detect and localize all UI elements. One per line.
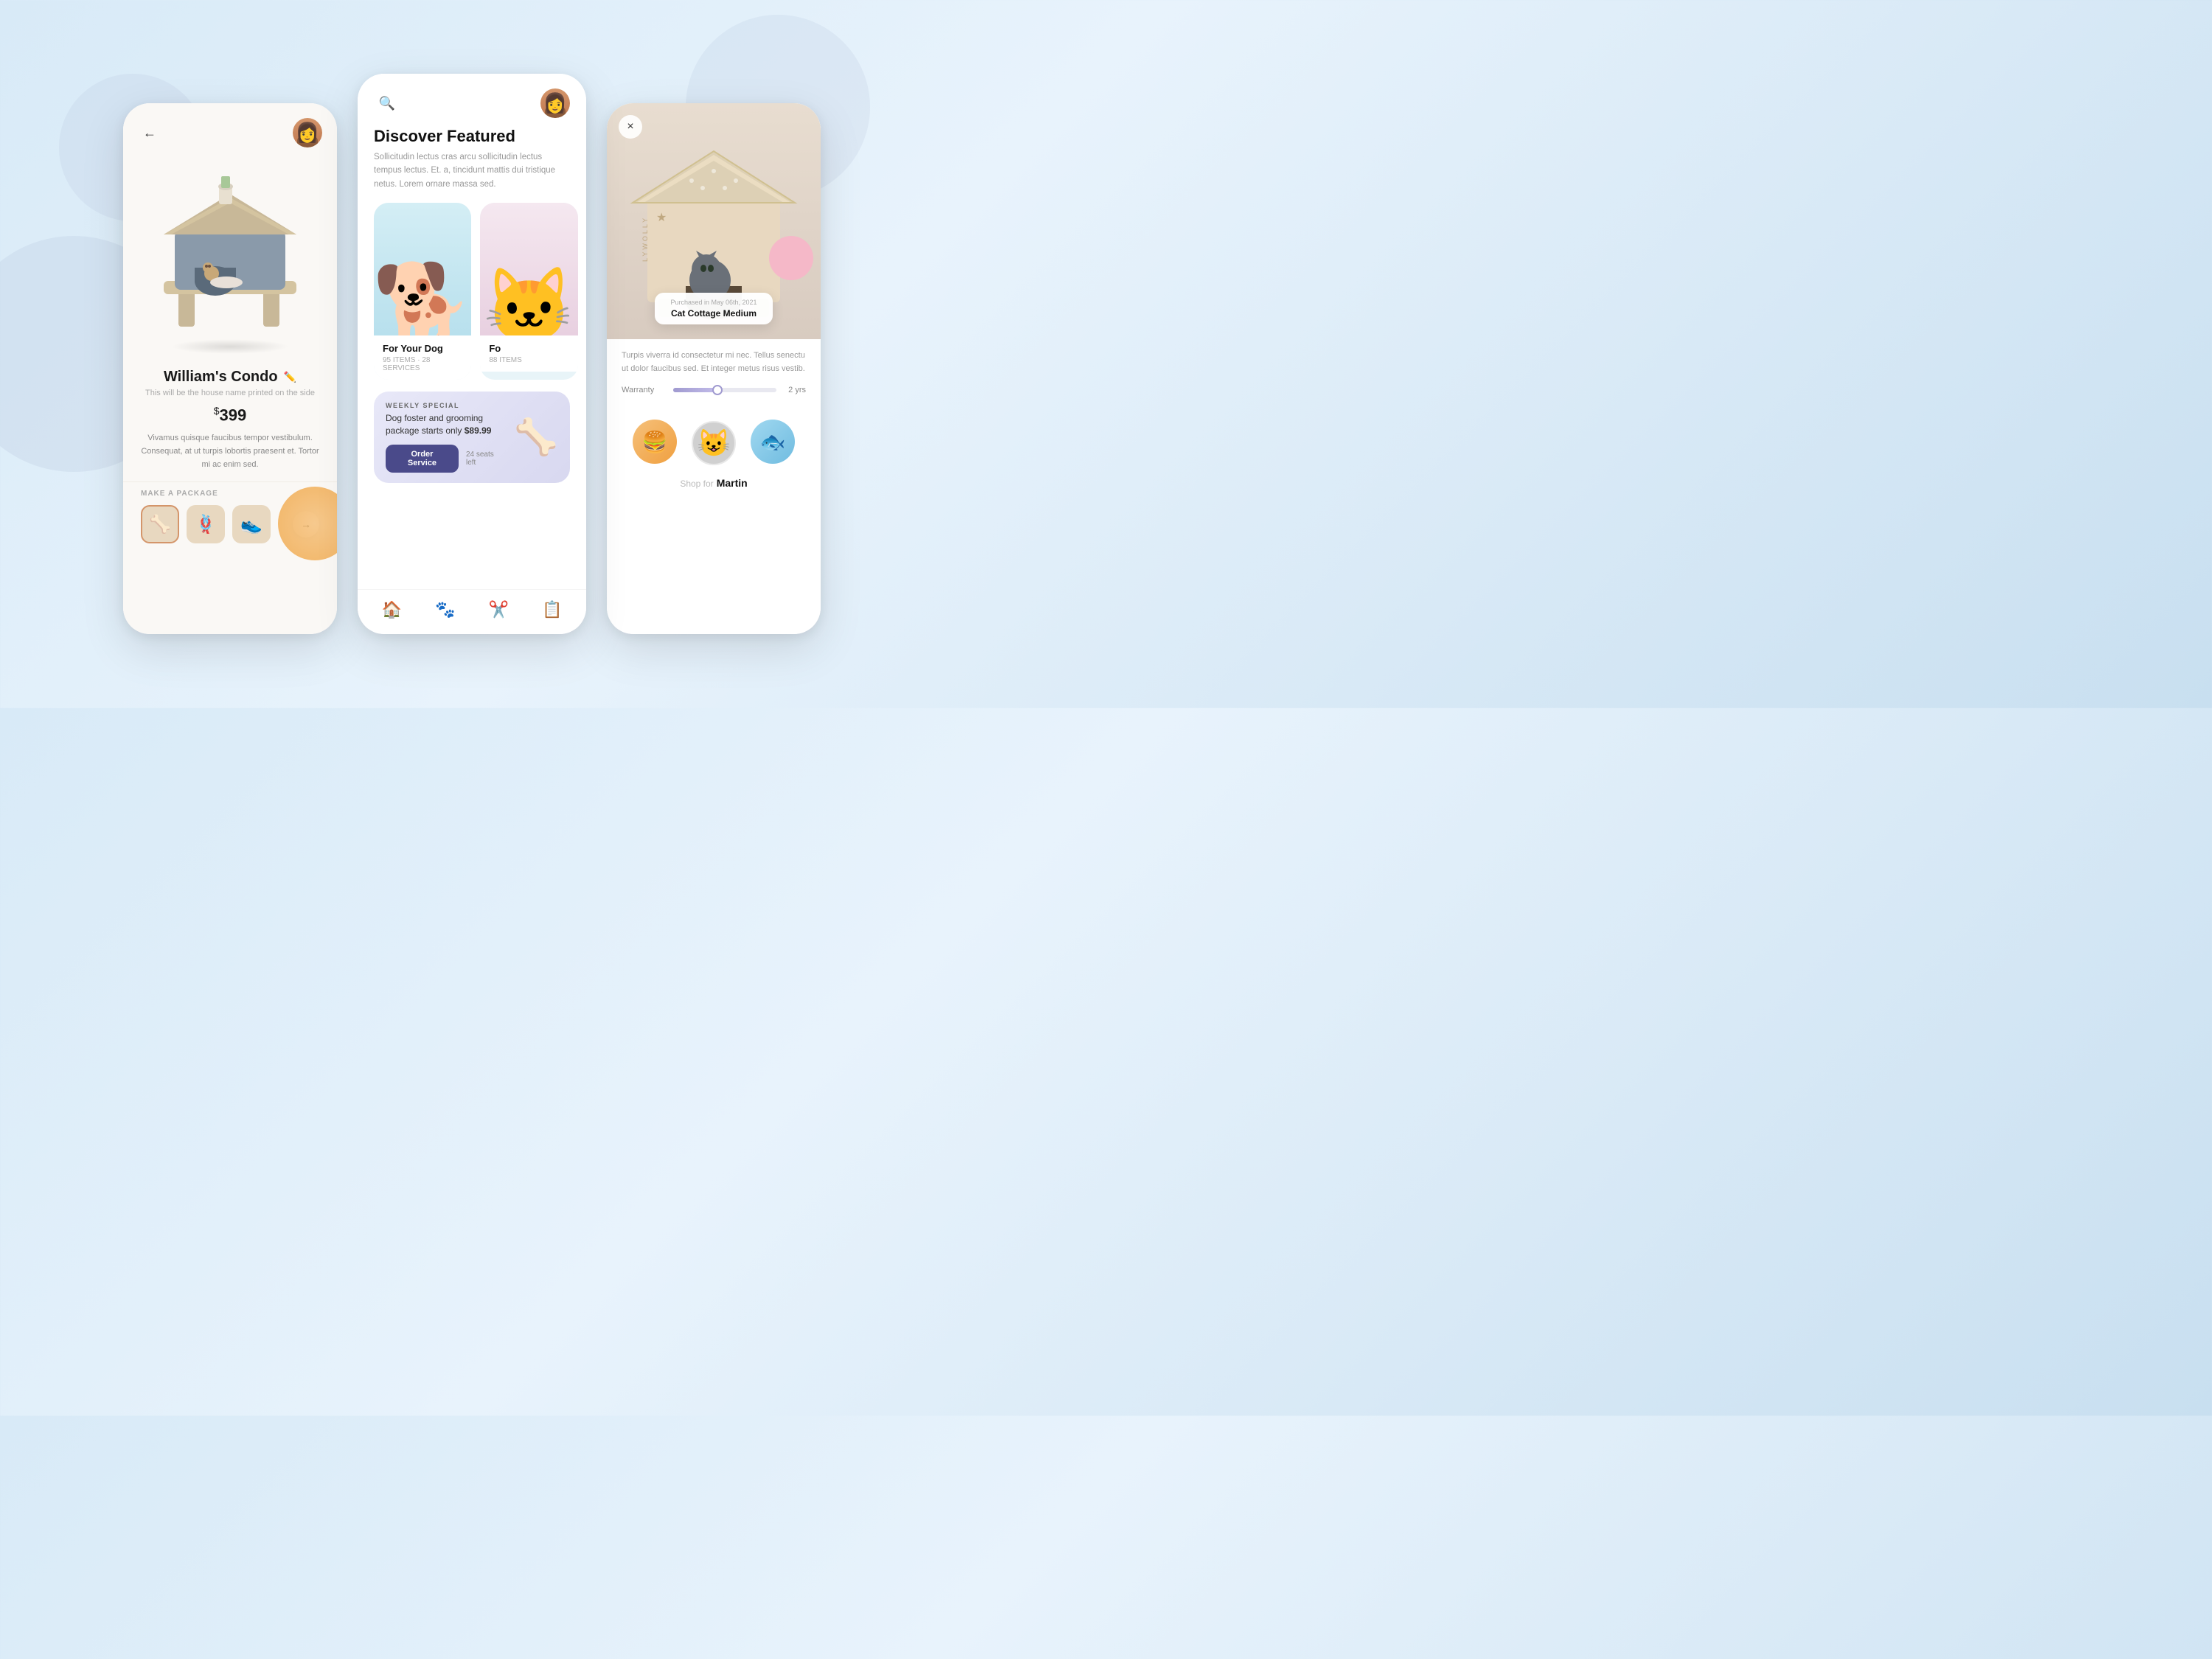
- center-phone-header: 🔍: [358, 74, 586, 127]
- product-description: Vivamus quisque faucibus tempor vestibul…: [141, 432, 319, 471]
- order-service-button[interactable]: Order Service: [386, 445, 459, 473]
- shop-icon-layers[interactable]: 🍔: [633, 420, 677, 467]
- product-shadow: [171, 339, 289, 354]
- product-name: William's Condo: [164, 369, 278, 386]
- weekly-special-text: WEEKLY SPECIAL Dog foster and groomingpa…: [386, 402, 505, 473]
- product-image-area: [123, 155, 337, 361]
- avatar-face-center: [540, 88, 570, 118]
- page-title: Discover Featured: [358, 127, 586, 150]
- weekly-special-banner: WEEKLY SPECIAL Dog foster and groomingpa…: [374, 392, 570, 483]
- package-item-icon-1: 🦴: [149, 514, 171, 535]
- feature-card-dog[interactable]: 🐕 For Your Dog 95 ITEMS · 28 SERVICES: [374, 203, 471, 380]
- dog-card-meta: 95 ITEMS · 28 SERVICES: [383, 356, 462, 372]
- weekly-special-label: WEEKLY SPECIAL: [386, 402, 505, 409]
- close-button[interactable]: ×: [619, 115, 642, 139]
- scissors-icon: ✂️: [489, 600, 509, 619]
- left-phone-header: ←: [123, 103, 337, 155]
- shop-icon-fish[interactable]: 🐟: [751, 420, 795, 467]
- nav-home[interactable]: 🏠: [382, 600, 402, 619]
- right-phone-image-area: LYWOLLY ★: [607, 103, 821, 339]
- back-button[interactable]: ←: [138, 121, 161, 145]
- bottom-navigation: 🏠 🐾 ✂️ 📋: [358, 589, 586, 634]
- cat-shop-photo: 😺: [692, 421, 736, 465]
- right-phone: LYWOLLY ★: [607, 103, 821, 634]
- package-item-2[interactable]: 🪢: [187, 505, 225, 543]
- center-phone-content: 🔍 Discover Featured Sollicitudin lectus …: [358, 74, 586, 634]
- weekly-special-icon: 🦴: [514, 416, 558, 458]
- dog-card-image: 🐕: [374, 203, 471, 335]
- user-avatar-center[interactable]: [540, 88, 570, 118]
- product-subtitle: This will be the house name printed on t…: [141, 389, 319, 397]
- right-phone-info: Turpis viverra id consectetur mi nec. Te…: [607, 339, 821, 420]
- cat-card-title: Fo: [489, 343, 568, 354]
- purchase-badge: Purchased in May 06th, 2021 Cat Cottage …: [655, 293, 773, 324]
- left-phone: ←: [123, 103, 337, 634]
- search-button[interactable]: 🔍: [374, 90, 400, 116]
- edit-icon[interactable]: ✏️: [284, 371, 296, 383]
- warranty-progress-bar[interactable]: [673, 388, 776, 392]
- svg-text:LYWOLLY: LYWOLLY: [641, 216, 649, 262]
- product-price: $399: [141, 405, 319, 425]
- warranty-row: Warranty 2 yrs: [622, 386, 806, 394]
- center-phone: 🔍 Discover Featured Sollicitudin lectus …: [358, 74, 586, 634]
- warranty-thumb: [712, 385, 723, 395]
- purchase-date: Purchased in May 06th, 2021: [667, 299, 761, 306]
- purchase-product-name: Cat Cottage Medium: [667, 308, 761, 319]
- cat-card-info: Fo 88 ITEMS: [480, 335, 577, 372]
- page-subtitle: Sollicitudin lectus cras arcu sollicitud…: [358, 150, 586, 203]
- warranty-label: Warranty: [622, 386, 666, 394]
- weekly-special-actions: Order Service 24 seats left: [386, 445, 505, 473]
- pink-decoration: [769, 236, 813, 280]
- currency-symbol: $: [214, 405, 220, 417]
- food-icon: 🍔: [642, 430, 668, 454]
- weekly-special-description: Dog foster and groomingpackage starts on…: [386, 412, 505, 437]
- home-icon: 🏠: [382, 600, 402, 619]
- shop-for-pet-name: Martin: [717, 477, 748, 489]
- featured-cards-row: 🐕 For Your Dog 95 ITEMS · 28 SERVICES 🐱: [358, 203, 586, 392]
- close-icon: ×: [627, 120, 633, 133]
- fish-icon: 🐟: [760, 430, 786, 454]
- package-item-icon-3: 👟: [240, 514, 262, 535]
- cat-items-count: 88 ITEMS: [489, 356, 521, 364]
- feature-card-cat[interactable]: 🐱 Fo 88 ITEMS: [480, 203, 577, 380]
- cat-card-image: 🐱: [480, 203, 577, 335]
- product-name-row: William's Condo ✏️: [141, 369, 319, 386]
- seats-remaining: 24 seats left: [466, 451, 505, 467]
- price-amount: 399: [220, 406, 247, 424]
- cat-shop-icon: 😺: [698, 428, 731, 459]
- user-avatar[interactable]: [293, 118, 322, 147]
- product-info: William's Condo ✏️ This will be the hous…: [123, 361, 337, 481]
- product-description-right: Turpis viverra id consectetur mi nec. Te…: [622, 349, 806, 375]
- shop-icon-fish-circle: 🐟: [751, 420, 795, 464]
- shop-section: 🍔 😺 🐟 Shop for: [607, 420, 821, 504]
- shop-icon-cat[interactable]: 😺: [692, 421, 736, 465]
- search-icon: 🔍: [379, 96, 395, 111]
- package-item-icon-2: 🪢: [195, 514, 217, 535]
- dog-card-title: For Your Dog: [383, 343, 462, 354]
- dog-card-info: For Your Dog 95 ITEMS · 28 SERVICES: [374, 335, 471, 380]
- svg-text:★: ★: [656, 212, 667, 224]
- shop-icons-row: 🍔 😺 🐟: [633, 420, 795, 467]
- package-item-1[interactable]: 🦴: [141, 505, 179, 543]
- shop-for-row: Shop for Martin: [680, 477, 747, 489]
- phones-container: ←: [123, 74, 821, 634]
- paw-icon: 🐾: [435, 600, 455, 619]
- shop-icon-food: 🍔: [633, 420, 677, 464]
- warranty-fill: [673, 388, 714, 392]
- warranty-value: 2 yrs: [784, 386, 806, 394]
- back-icon: ←: [143, 125, 156, 141]
- package-item-3[interactable]: 👟: [232, 505, 271, 543]
- clipboard-icon: 📋: [542, 600, 562, 619]
- dog-items-count: 95 ITEMS: [383, 356, 415, 364]
- nav-pets[interactable]: 🐾: [435, 600, 455, 619]
- dog-emoji: 🐕: [374, 265, 471, 335]
- avatar-face: [293, 118, 322, 147]
- nav-grooming[interactable]: ✂️: [489, 600, 509, 619]
- shop-for-label: Shop for: [680, 479, 713, 489]
- product-image: [142, 172, 319, 349]
- cat-card-meta: 88 ITEMS: [489, 356, 568, 364]
- cat-emoji: 🐱: [483, 269, 575, 335]
- right-phone-content: LYWOLLY ★: [607, 103, 821, 634]
- nav-records[interactable]: 📋: [542, 600, 562, 619]
